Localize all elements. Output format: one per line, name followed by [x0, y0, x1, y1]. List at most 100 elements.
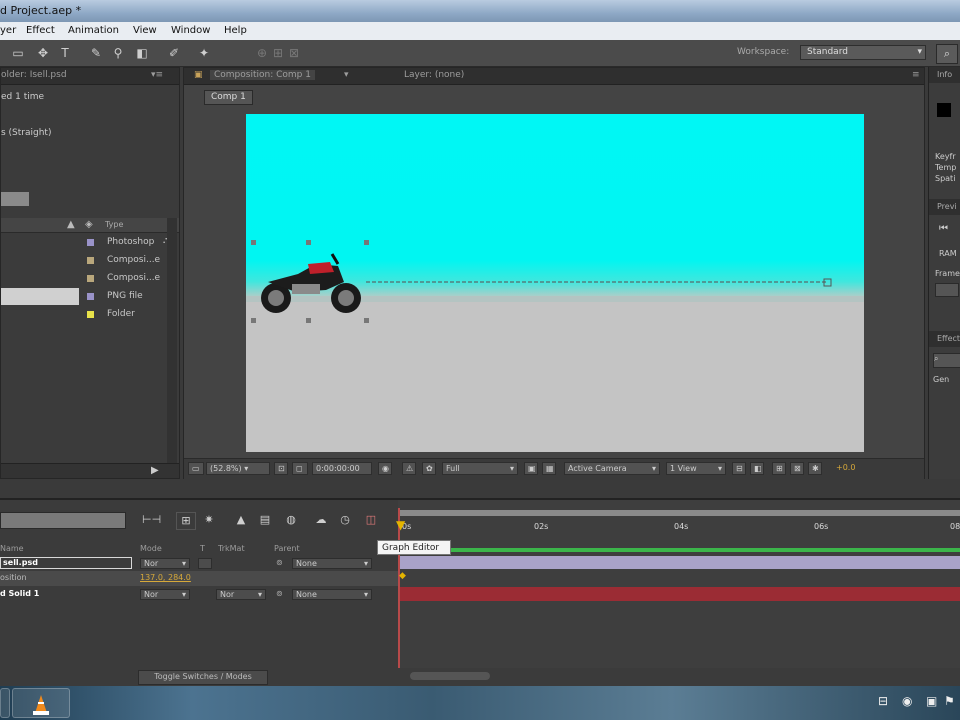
axis-view-icon[interactable]: ⊠	[286, 45, 302, 61]
fast-previews-icon[interactable]: ◧	[750, 462, 764, 475]
lock-icon[interactable]: ▣	[194, 70, 203, 80]
menu-view[interactable]: View	[133, 25, 157, 36]
col-mode-header[interactable]: Mode	[140, 544, 162, 553]
property-row[interactable]: osition 137.0, 284.0	[0, 571, 398, 586]
snapshot-icon[interactable]: ◉	[378, 462, 392, 475]
axis-world-icon[interactable]: ⊞	[270, 45, 286, 61]
project-tab[interactable]: older: Isell.psd	[1, 70, 67, 80]
project-item[interactable]: Folder	[1, 306, 165, 323]
vlc-taskbar-button[interactable]	[12, 688, 70, 718]
keyframe-icon[interactable]: ◆	[399, 571, 406, 581]
search-help-icon[interactable]: ⌕	[936, 44, 958, 64]
mask-visibility-icon[interactable]: ◻	[292, 462, 308, 475]
mode-select[interactable]: Nor ▾	[140, 589, 190, 600]
layer-duration-bar[interactable]	[398, 587, 960, 601]
type-column-header[interactable]: Type	[105, 220, 123, 229]
pickwhip-icon[interactable]: ⊚	[276, 589, 283, 598]
tab-info[interactable]: Info	[937, 70, 952, 79]
cti-handle-icon[interactable]: ▼	[396, 518, 405, 532]
layer-name[interactable]: sell.psd	[0, 557, 132, 569]
menu-help[interactable]: Help	[224, 25, 247, 36]
pan-behind-tool-icon[interactable]: ✥	[35, 45, 51, 61]
preserve-transparency-checkbox[interactable]	[198, 558, 212, 569]
first-frame-icon[interactable]: ⏮	[939, 223, 948, 234]
frame-rate-field[interactable]	[935, 283, 959, 297]
current-time-field[interactable]: 0:00:00:00	[312, 462, 372, 475]
draft-3d-icon[interactable]: ✷	[200, 512, 218, 528]
layer-row[interactable]: sell.psd Nor ▾ ⊚ None ▾	[0, 556, 398, 571]
col-trkmat-header[interactable]: TrkMat	[218, 544, 245, 553]
tray-action-center-icon[interactable]: ▣	[926, 694, 937, 708]
project-item[interactable]: Composi...e	[1, 252, 165, 269]
clone-stamp-tool-icon[interactable]: ⚲	[110, 45, 126, 61]
view-layout-select[interactable]: 1 View ▾	[666, 462, 726, 475]
menu-effect[interactable]: Effect	[26, 25, 55, 36]
start-button[interactable]	[0, 688, 10, 718]
panel-menu-icon[interactable]: ≡	[912, 70, 920, 80]
graph-editor-icon[interactable]: ◫	[362, 512, 380, 528]
always-preview-icon[interactable]: ▭	[188, 462, 204, 475]
toggle-switches-modes-button[interactable]: Toggle Switches / Modes	[138, 670, 268, 685]
current-time-indicator[interactable]	[398, 508, 400, 668]
title-safe-icon[interactable]: ⊡	[274, 462, 288, 475]
parent-select[interactable]: None ▾	[292, 558, 372, 569]
resolution-select[interactable]: Full ▾	[442, 462, 518, 475]
panel-menu-icon[interactable]: ▾≡	[151, 70, 163, 80]
time-graph[interactable]: 0s 02s 04s 06s 08 ▼ ◆	[396, 500, 960, 668]
project-item[interactable]: Composi...e	[1, 270, 165, 287]
timeline-icon[interactable]: ⊞	[772, 462, 786, 475]
menu-layer[interactable]: yer	[0, 25, 16, 36]
motorcycle-image[interactable]	[261, 253, 361, 313]
layer-duration-bar[interactable]	[398, 548, 960, 552]
project-scrollbar[interactable]	[167, 218, 177, 468]
tab-composition[interactable]: Composition: Comp 1	[210, 70, 315, 80]
live-update-icon[interactable]: ⊞	[176, 512, 196, 530]
tray-volume-icon[interactable]: ◉	[902, 694, 912, 708]
transparency-grid-icon[interactable]: ▦	[542, 462, 556, 475]
effects-category[interactable]: Gen	[933, 375, 949, 384]
layer-row[interactable]: d Solid 1 Nor ▾ Nor ▾ ⊚ None ▾	[0, 587, 398, 602]
sort-arrow-icon[interactable]: ▲	[67, 219, 75, 230]
trkmat-select[interactable]: Nor ▾	[216, 589, 266, 600]
show-snapshot-icon[interactable]: ⚠	[402, 462, 416, 475]
mode-select[interactable]: Nor ▾	[140, 558, 190, 569]
frame-blending-icon[interactable]: ▤	[256, 512, 274, 528]
effects-search-field[interactable]: ⌕	[933, 353, 960, 368]
brainstorm-icon[interactable]: ☁	[312, 512, 330, 528]
col-name-header[interactable]: Name	[0, 544, 24, 553]
position-value[interactable]: 137.0, 284.0	[140, 573, 191, 582]
magnification-select[interactable]: (52.8%) ▾	[206, 462, 270, 475]
zoom-slider[interactable]	[410, 672, 490, 680]
comp-mini-flowchart-icon[interactable]: ⊢⊣	[142, 512, 161, 528]
comp-viewer[interactable]	[246, 114, 864, 452]
tab-layer[interactable]: Layer: (none)	[404, 70, 464, 80]
tray-flag-icon[interactable]: ⚑	[944, 694, 955, 708]
timeline-search-field[interactable]	[0, 512, 126, 529]
project-item[interactable]: Photoshop ⛬	[1, 234, 169, 251]
auto-keyframe-icon[interactable]: ◷	[336, 512, 354, 528]
layer-name[interactable]: d Solid 1	[0, 589, 39, 598]
motion-blur-icon[interactable]: ◍	[282, 512, 300, 528]
pixel-aspect-icon[interactable]: ⊟	[732, 462, 746, 475]
eraser-tool-icon[interactable]: ◧	[134, 45, 150, 61]
reset-exposure-icon[interactable]: ✱	[808, 462, 822, 475]
comp-flowchart-icon[interactable]: ⊠	[790, 462, 804, 475]
roto-brush-tool-icon[interactable]: ✐	[166, 45, 182, 61]
parent-select[interactable]: None ▾	[292, 589, 372, 600]
col-parent-header[interactable]: Parent	[274, 544, 300, 553]
tab-preview[interactable]: Previ	[937, 202, 957, 211]
col-t-header[interactable]: T	[200, 544, 205, 553]
region-of-interest-icon[interactable]: ▣	[524, 462, 538, 475]
comp-flow-label[interactable]: Comp 1	[204, 90, 253, 105]
camera-select[interactable]: Active Camera ▾	[564, 462, 660, 475]
channel-icon[interactable]: ✿	[422, 462, 436, 475]
project-item-selected[interactable]: PNG file	[1, 288, 165, 305]
hide-shy-layers-icon[interactable]: ▲	[232, 512, 250, 528]
workspace-select[interactable]: Standard ▾	[800, 45, 926, 60]
scroll-right-icon[interactable]: ▶	[151, 465, 159, 476]
menu-animation[interactable]: Animation	[68, 25, 119, 36]
type-tool-icon[interactable]: T	[57, 45, 73, 61]
pickwhip-icon[interactable]: ⊚	[276, 558, 283, 567]
layer-duration-bar[interactable]	[398, 556, 960, 569]
camera-tool-icon[interactable]: ▭	[10, 45, 26, 61]
